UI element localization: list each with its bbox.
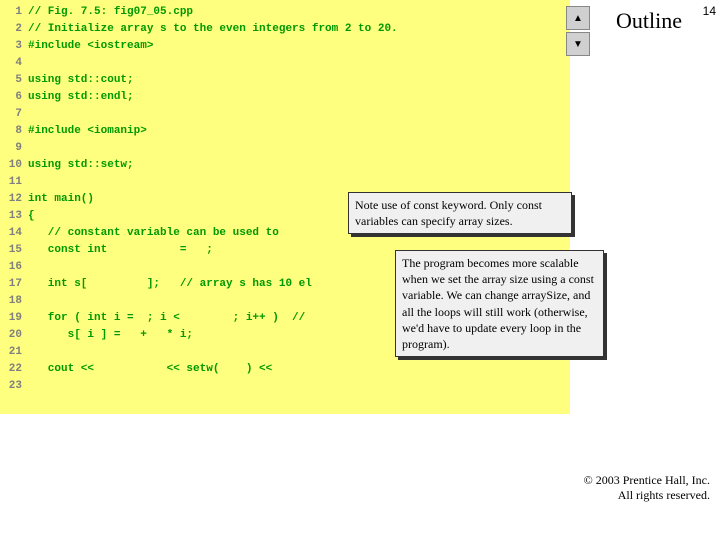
code-text: for ( int i = ; i < ; i++ ) // xyxy=(28,310,305,327)
code-text: // Fig. 7.5: fig07_05.cpp xyxy=(28,4,193,21)
code-text: using std::endl; xyxy=(28,89,134,106)
callout-const-keyword: Note use of const keyword. Only const va… xyxy=(348,192,572,234)
code-text: // Initialize array s to the even intege… xyxy=(28,21,398,38)
lineno: 7 xyxy=(0,106,28,123)
code-text: { xyxy=(28,208,35,225)
lineno: 13 xyxy=(0,208,28,225)
code-text: using std::setw; xyxy=(28,157,134,174)
code-text: // constant variable can be used to xyxy=(28,225,279,242)
code-text: using std::cout; xyxy=(28,72,134,89)
lineno: 8 xyxy=(0,123,28,140)
lineno: 4 xyxy=(0,55,28,72)
lineno: 10 xyxy=(0,157,28,174)
callout-text: Note use of const keyword. Only const va… xyxy=(355,198,542,228)
lineno: 18 xyxy=(0,293,28,310)
nav-down-button[interactable]: ▼ xyxy=(566,32,590,56)
callout-text: The program becomes more scalable when w… xyxy=(402,256,594,351)
code-text: int main() xyxy=(28,191,94,208)
lineno: 19 xyxy=(0,310,28,327)
lineno: 6 xyxy=(0,89,28,106)
nav-up-button[interactable]: ▲ xyxy=(566,6,590,30)
code-text: #include <iostream> xyxy=(28,38,153,55)
triangle-up-icon: ▲ xyxy=(573,13,583,24)
lineno: 22 xyxy=(0,361,28,378)
lineno: 1 xyxy=(0,4,28,21)
lineno: 5 xyxy=(0,72,28,89)
lineno: 2 xyxy=(0,21,28,38)
callout-scalable: The program becomes more scalable when w… xyxy=(395,250,604,357)
code-text: cout << << setw( ) << xyxy=(28,361,272,378)
copyright-footer: © 2003 Prentice Hall, Inc. All rights re… xyxy=(584,473,710,504)
triangle-down-icon: ▼ xyxy=(573,39,583,50)
copyright-line2: All rights reserved. xyxy=(584,488,710,504)
code-text: int s[ ]; // array s has 10 el xyxy=(28,276,312,293)
lineno: 14 xyxy=(0,225,28,242)
lineno: 11 xyxy=(0,174,28,191)
code-text: const int = ; xyxy=(28,242,213,259)
lineno: 17 xyxy=(0,276,28,293)
lineno: 21 xyxy=(0,344,28,361)
code-text: #include <iomanip> xyxy=(28,123,147,140)
copyright-line1: © 2003 Prentice Hall, Inc. xyxy=(584,473,710,489)
code-text: s[ i ] = + * i; xyxy=(28,327,193,344)
page-number: 14 xyxy=(703,4,716,18)
outline-label: Outline xyxy=(616,8,682,34)
lineno: 20 xyxy=(0,327,28,344)
lineno: 15 xyxy=(0,242,28,259)
lineno: 16 xyxy=(0,259,28,276)
lineno: 9 xyxy=(0,140,28,157)
lineno: 12 xyxy=(0,191,28,208)
lineno: 3 xyxy=(0,38,28,55)
lineno: 23 xyxy=(0,378,28,395)
